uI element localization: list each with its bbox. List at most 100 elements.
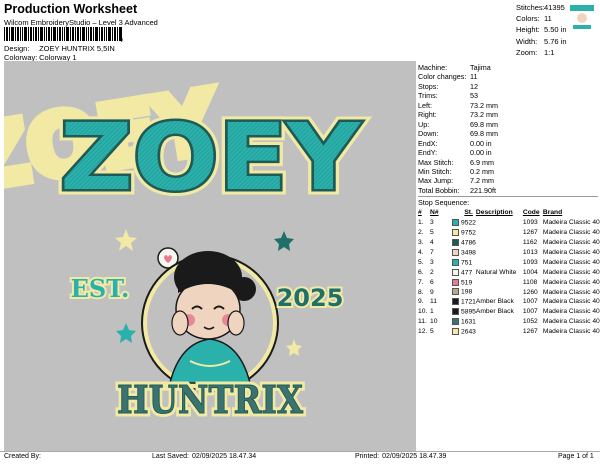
thread-brand: Madeira Classic 40 — [543, 297, 600, 307]
thread-code-text: 1093 — [522, 258, 538, 266]
stitch-count-text: 4786 — [461, 239, 476, 247]
thread-brand: Madeira Classic 40 — [543, 317, 600, 327]
needle-number: 4 — [430, 238, 452, 248]
printed-value: 02/09/2025 18.47.39 — [382, 453, 447, 460]
info-value: 11 — [470, 72, 478, 82]
needle-number-text: 10 — [430, 318, 438, 326]
color-swatch — [452, 308, 459, 316]
design-stats: Stitches: 41395 Colors: 11 Height: 5.50 in … — [516, 2, 567, 58]
thread-brand-text: Madeira Classic 40 — [542, 239, 600, 247]
info-row: Up: 69.8 mm — [418, 120, 598, 129]
printed-label: Printed: — [355, 453, 380, 460]
thread-description: Natural White — [476, 267, 523, 277]
thread-description — [476, 248, 523, 258]
info-label: Left: — [418, 100, 432, 110]
needle-number: 10 — [430, 317, 452, 327]
needle-number-text: 11 — [430, 298, 437, 306]
stop-number: 12. — [418, 327, 430, 337]
info-value: 0.00 in — [470, 148, 492, 158]
thread-code: 1260 — [523, 287, 543, 297]
stitch-count-text: 1631 — [461, 318, 476, 326]
stop-number-text: 1. — [418, 219, 424, 227]
character-illustration — [141, 251, 279, 392]
info-label: Up: — [418, 119, 430, 129]
stat-value: 1:1 — [544, 47, 555, 57]
stat-value: 11 — [544, 14, 552, 24]
stitch-count: 3498 — [452, 248, 476, 258]
info-value: 69.8 mm — [470, 119, 498, 129]
thread-brand: Madeira Classic 40 — [543, 257, 600, 267]
worksheet-title: Production Worksheet — [4, 2, 138, 16]
info-value: 69.8 mm — [470, 129, 498, 139]
stop-number: 8. — [418, 287, 430, 297]
thread-code-text: 1007 — [522, 298, 538, 306]
barcode — [4, 27, 122, 41]
table-row: 12. 5 2643 1267 Madeira Classic 40 — [418, 327, 600, 337]
stop-number-text: 7. — [418, 278, 424, 286]
needle-number-text: 7 — [430, 249, 434, 256]
last-saved: Last Saved: 02/09/2025 18.47.34 — [152, 453, 256, 460]
thread-brand-text: Madeira Classic 40 — [542, 219, 600, 227]
needle-number-text: 3 — [430, 258, 434, 266]
stop-number: 5. — [418, 257, 430, 267]
table-header-row: # N# St. Description Code Brand — [418, 208, 600, 218]
needle-number-text: 1 — [430, 308, 434, 316]
design-thumbnail — [566, 1, 598, 33]
stitch-count-text: 519 — [461, 278, 473, 286]
stop-number-text: 12. — [418, 328, 428, 336]
est-label: EST. — [71, 274, 130, 303]
needle-number: 2 — [430, 267, 452, 277]
info-row: Max Jump: 7.2 mm — [418, 176, 598, 185]
thread-brand: Madeira Classic 40 — [543, 238, 600, 248]
info-row: Max Stitch: 6.9 mm — [418, 158, 598, 167]
color-swatch — [452, 288, 459, 296]
thread-description — [476, 317, 523, 327]
needle-number-text: 6 — [430, 278, 434, 286]
barcode-comma: , — [120, 29, 124, 43]
thread-code-text: 1007 — [522, 308, 538, 316]
star-icon — [286, 339, 302, 356]
info-row: Left: 73.2 mm — [418, 101, 598, 110]
info-value: 12 — [470, 81, 478, 91]
needle-number: 3 — [430, 218, 452, 228]
stat-row: Height: 5.50 in — [516, 24, 567, 35]
stat-row: Colors: 11 — [516, 13, 567, 24]
thread-description: Amber Black — [476, 297, 523, 307]
info-row: Color changes: 11 — [418, 72, 598, 81]
design-label: Design: — [4, 44, 30, 53]
info-value: Tajima — [470, 63, 491, 72]
stat-label: Zoom: — [516, 47, 538, 57]
thread-brand: Madeira Classic 40 — [543, 307, 600, 317]
thread-brand: Madeira Classic 40 — [543, 287, 600, 297]
col-header-code: Code — [522, 209, 540, 217]
thread-brand: Madeira Classic 40 — [543, 327, 600, 337]
created-by: Created By: — [4, 453, 41, 460]
stat-label: Width: — [516, 36, 538, 46]
stitch-count-text: 5895 — [461, 308, 476, 316]
thread-code: 1267 — [523, 228, 543, 238]
stat-row: Zoom: 1:1 — [516, 47, 567, 58]
thread-code: 1093 — [523, 218, 543, 228]
stop-number: 3. — [418, 238, 430, 248]
stop-number: 4. — [418, 248, 430, 258]
table-row: 1. 3 9522 1093 Madeira Classic 40 — [418, 218, 600, 228]
year-label-group: 2025 2025 — [275, 282, 346, 314]
embroidery-artwork: ZOEY ZOEY ZOEY ZOEY EST. EST. 2025 2025 … — [4, 67, 367, 425]
stat-row: Width: 5.76 in — [516, 36, 567, 47]
needle-number-text: 3 — [430, 219, 434, 227]
est-label-group: EST. EST. — [69, 272, 132, 305]
info-row: EndX: 0.00 in — [418, 139, 598, 148]
stitch-count: 751 — [452, 257, 476, 267]
color-swatch — [452, 238, 459, 246]
thread-description: Amber Black — [476, 307, 523, 317]
info-label: Right: — [418, 110, 437, 120]
huntrix-title: HUNTRIX — [117, 377, 303, 422]
needle-number-text: 9 — [430, 288, 434, 296]
needle-number-text: 5 — [430, 328, 434, 336]
color-swatch — [452, 278, 459, 286]
info-row: Right: 73.2 mm — [418, 110, 598, 119]
stat-label: Colors: — [516, 14, 540, 24]
stop-number: 6. — [418, 267, 430, 277]
col-header-description: Description — [475, 209, 513, 217]
needle-number: 7 — [430, 248, 452, 258]
